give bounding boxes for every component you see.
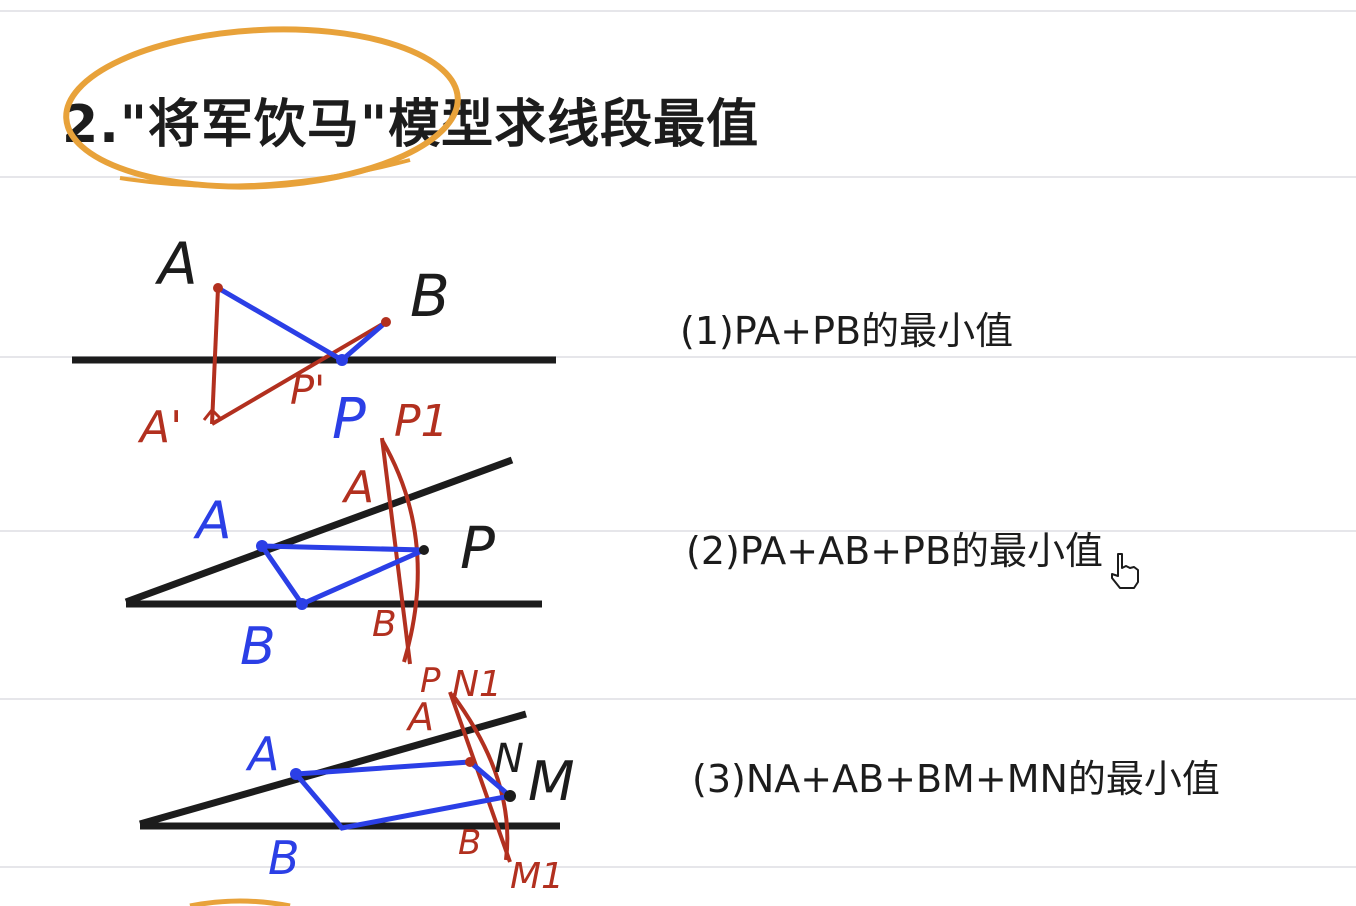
fig2-point-p-dot [419, 545, 429, 555]
figure-3: A B N M N1 M1 A B P [139, 661, 575, 897]
fig3-label-n: N [494, 736, 524, 782]
figure-1: A B A' P' P [72, 230, 556, 453]
fig2-point-b-dot [296, 598, 308, 610]
fig2-label-b-red: B [372, 604, 397, 645]
fig2-label-p1: P1 [394, 396, 449, 447]
fig1-blue-path [216, 285, 388, 364]
diagram-canvas: A B A' P' P A B P P1 A B A B N M N1 M1 A… [63, 26, 1139, 906]
title-highlight-circle [63, 26, 461, 190]
fig2-upper-ray [124, 456, 514, 606]
title-highlight-stroke [119, 158, 411, 188]
hand-pointer-icon [1111, 553, 1139, 589]
fig1-label-b: B [410, 262, 450, 330]
fig1-point-b-dot [381, 317, 391, 327]
fig2-label-p: P [460, 514, 495, 582]
fig3-label-a: A [245, 727, 279, 781]
fig1-point-p-dot [336, 354, 348, 366]
fig2-point-a-dot [256, 540, 268, 552]
fig2-label-b: B [240, 617, 276, 677]
fig1-label-a-prime: A' [137, 402, 182, 453]
fig3-point-a-dot [290, 768, 302, 780]
fig3-point-n-dot [465, 757, 475, 767]
fig3-label-a-red: A [405, 695, 434, 739]
fig3-blue-path [290, 759, 516, 831]
fig3-point-m-dot [504, 790, 516, 802]
fig3-label-b-red: B [458, 823, 481, 863]
fig1-reflection-line [210, 287, 220, 425]
bottom-highlight-arc [189, 898, 291, 906]
fig1-label-p: P [332, 387, 366, 452]
fig2-label-a: A [193, 491, 232, 551]
fig3-label-p-red: P [420, 661, 441, 701]
fig3-label-n1: N1 [452, 664, 502, 705]
fig3-label-m: M [528, 750, 575, 813]
fig1-label-p-prime: P' [290, 368, 325, 414]
fig1-point-a-dot [213, 283, 223, 293]
fig1-label-a: A [154, 230, 198, 298]
fig3-label-m1: M1 [510, 856, 564, 897]
fig2-label-a-red: A [341, 462, 374, 513]
fig3-label-b: B [268, 831, 300, 885]
